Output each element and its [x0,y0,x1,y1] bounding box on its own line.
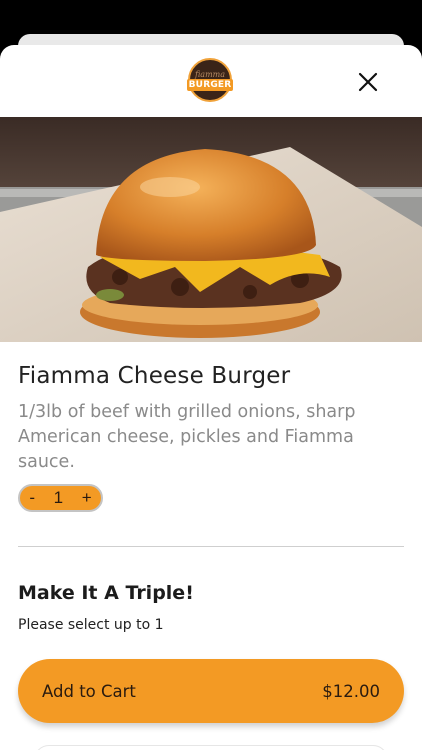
logo-word-text: BURGER [186,79,234,91]
quantity-value: 1 [53,488,64,507]
option-group-title: Make It A Triple! [18,582,194,604]
next-option-card [34,745,388,750]
item-title: Fiamma Cheese Burger [18,363,291,389]
close-icon [358,72,378,92]
add-to-cart-button[interactable]: Add to Cart $12.00 [18,659,404,723]
item-description: 1/3lb of beef with grilled onions, sharp… [18,402,356,472]
sheet-header: fiamma BURGER [0,45,422,117]
section-divider [18,546,404,547]
option-group-subtitle: Please select up to 1 [18,617,164,633]
close-button[interactable] [356,70,380,94]
add-to-cart-label: Add to Cart [42,681,136,701]
logo-script-text: fiamma [194,70,226,79]
decrement-button[interactable]: - [29,488,35,508]
brand-logo: fiamma BURGER [186,58,234,102]
item-photo [0,117,422,342]
quantity-stepper[interactable]: - 1 + [18,484,103,512]
item-detail-sheet: fiamma BURGER Fiamma Cheese Burger 1/3lb… [0,45,422,750]
add-to-cart-price: $12.00 [322,681,380,701]
increment-button[interactable]: + [82,488,92,508]
burger-photo-illustration [0,117,422,342]
